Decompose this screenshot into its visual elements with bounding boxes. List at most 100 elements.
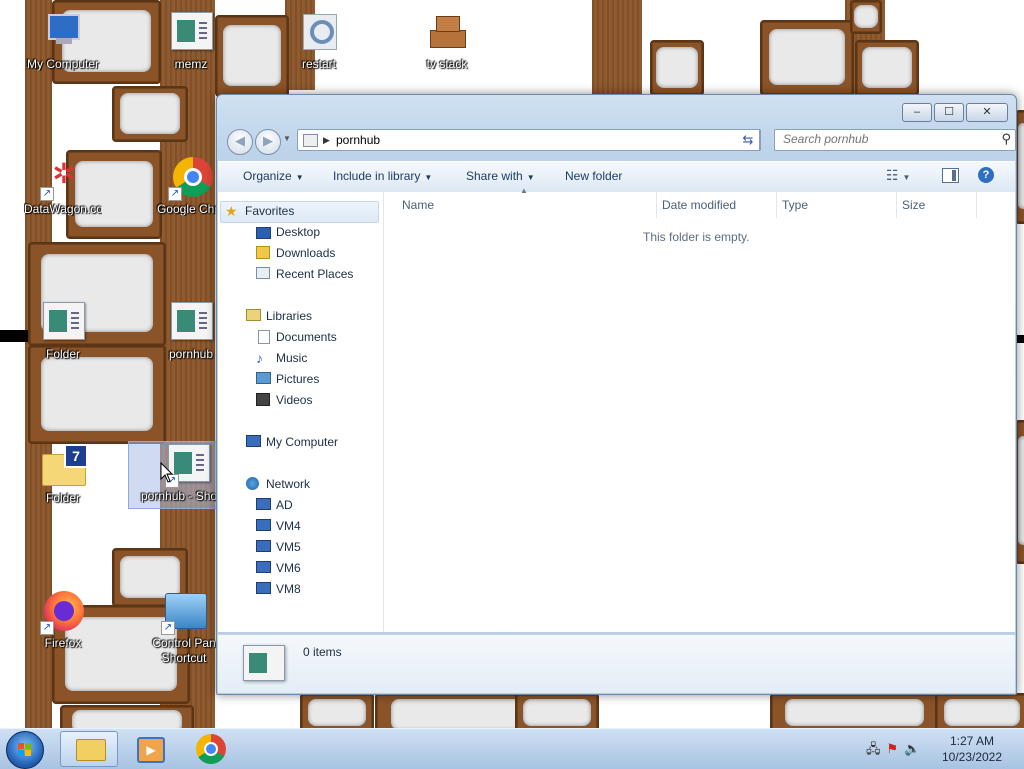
navigation-bar: ◀ ▶ ▼ ▶ pornhub ▼ ⇆ ⚲ <box>225 129 1016 155</box>
nav-network-vm8[interactable]: VM8 <box>256 582 301 596</box>
address-path[interactable]: pornhub <box>336 130 380 150</box>
desktop-icon-tv-stack[interactable]: tv stack <box>408 10 486 71</box>
nav-desktop[interactable]: Desktop <box>256 225 321 239</box>
file-list[interactable]: ▲ Name Date modified Type Size This fold… <box>384 186 1014 632</box>
clock-date: 10/23/2022 <box>941 750 1003 764</box>
datawagon-icon: ✲ ↗ <box>40 155 86 201</box>
nav-network[interactable]: Network <box>246 477 311 491</box>
firefox-icon: ↗ <box>40 589 86 635</box>
desktop-icon-label: memz <box>174 57 208 71</box>
nav-videos[interactable]: Videos <box>256 393 312 407</box>
nav-libraries[interactable]: Libraries <box>246 309 312 323</box>
clock[interactable]: 1:27 AM 10/23/2022 <box>930 733 1014 765</box>
nav-network-label: Network <box>266 477 311 491</box>
system-tray: 🖧⚑🔈 <box>866 740 926 762</box>
shortcut-arrow-icon: ↗ <box>161 621 175 635</box>
desktop-icon-control-panel[interactable]: ↗ Control Pan Shortcut <box>145 589 223 665</box>
window-controls: – ☐ ✕ <box>900 103 1008 122</box>
taskbar-explorer-button[interactable] <box>60 731 118 767</box>
help-icon[interactable]: ? <box>978 167 994 183</box>
nav-network-ad[interactable]: AD <box>256 498 293 512</box>
start-button[interactable] <box>6 731 44 769</box>
folder-small-icon <box>303 134 318 147</box>
new-folder-button[interactable]: New folder <box>565 169 622 183</box>
nav-network-vm5[interactable]: VM5 <box>256 540 301 554</box>
desktop-icon-label: tv stack <box>426 57 468 71</box>
desktop-icon-datawagon[interactable]: ✲ ↗ DataWagon.com <box>24 155 102 217</box>
recent-pages-chevron-icon[interactable]: ▼ <box>283 134 291 143</box>
taskbar-media-player-button[interactable]: ▶ <box>122 731 178 765</box>
desktop-icon-label: DataWagon.com <box>24 202 102 216</box>
column-header-name[interactable]: Name <box>402 192 434 218</box>
breadcrumb-arrow-icon[interactable]: ▶ <box>323 130 330 150</box>
nav-music[interactable]: ♪ Music <box>256 351 308 365</box>
preview-pane-icon[interactable] <box>942 168 959 183</box>
desktop-icon-label: pornhub - Sho <box>141 489 217 503</box>
column-header-date-modified[interactable]: Date modified <box>662 192 736 218</box>
nav-my-computer[interactable]: My Computer <box>246 435 338 449</box>
search-input[interactable] <box>775 130 993 148</box>
desktop-icon-memz[interactable]: memz <box>152 10 230 71</box>
computer-icon <box>40 10 86 56</box>
column-header-type[interactable]: Type <box>782 192 808 218</box>
column-divider[interactable] <box>976 192 977 218</box>
pictures-icon <box>256 372 271 384</box>
nav-network-vm6[interactable]: VM6 <box>256 561 301 575</box>
details-pane: 0 items <box>218 634 1015 693</box>
column-divider[interactable] <box>776 192 777 218</box>
change-view-button[interactable]: ☷ ▼ <box>886 167 910 184</box>
items-count: 0 items <box>303 645 342 659</box>
maximize-button[interactable]: ☐ <box>934 103 964 122</box>
refresh-button[interactable]: ⇆ <box>737 129 760 151</box>
search-icon[interactable]: ⚲ <box>1001 131 1011 147</box>
chrome-icon <box>196 734 226 764</box>
column-header-size[interactable]: Size <box>902 192 925 218</box>
nav-pictures[interactable]: Pictures <box>256 372 320 386</box>
desktop-icon-restart[interactable]: restart <box>280 10 358 71</box>
mouse-cursor-icon <box>160 462 174 483</box>
forward-button[interactable]: ▶ <box>255 129 281 155</box>
organize-button[interactable]: Organize ▼ <box>243 169 304 183</box>
nav-network-item-label: VM6 <box>276 561 301 575</box>
computer-icon <box>256 498 271 510</box>
computer-icon <box>256 582 271 594</box>
taskbar-chrome-button[interactable] <box>184 731 240 765</box>
nav-desktop-label: Desktop <box>276 225 321 239</box>
gear-icon <box>296 10 342 56</box>
computer-icon <box>256 561 271 573</box>
column-divider[interactable] <box>656 192 657 218</box>
back-button[interactable]: ◀ <box>227 129 253 155</box>
share-with-button[interactable]: Share with ▼ <box>466 169 535 183</box>
network-tray-icon[interactable]: 🖧 <box>866 741 887 756</box>
close-button[interactable]: ✕ <box>966 103 1008 122</box>
nav-favorites[interactable]: ★ Favorites <box>225 204 295 218</box>
chrome-icon: ↗ <box>168 155 214 201</box>
desktop-icon-my-computer[interactable]: My Computer <box>24 10 102 71</box>
nav-music-label: Music <box>276 351 308 365</box>
column-divider[interactable] <box>896 192 897 218</box>
videos-icon <box>256 393 270 406</box>
include-in-library-button[interactable]: Include in library ▼ <box>333 169 432 183</box>
nav-favorites-label: Favorites <box>245 204 295 218</box>
nav-documents-label: Documents <box>276 330 337 344</box>
recent-places-icon <box>256 267 270 279</box>
folder-icon <box>76 739 106 761</box>
nav-network-item-label: VM8 <box>276 582 301 596</box>
media-player-icon: ▶ <box>137 737 165 763</box>
desktop-icon-folder-2[interactable]: 7 Folder <box>24 444 102 505</box>
action-center-icon[interactable]: ⚑ <box>887 741 905 756</box>
search-box[interactable]: ⚲ <box>774 129 1016 151</box>
nav-recent-places[interactable]: Recent Places <box>256 267 353 281</box>
desktop-icon-folder[interactable]: Folder <box>24 300 102 361</box>
nav-network-vm4[interactable]: VM4 <box>256 519 301 533</box>
address-bar[interactable]: ▶ pornhub ▼ <box>297 129 761 151</box>
nav-documents[interactable]: Documents <box>258 330 337 344</box>
nav-downloads[interactable]: Downloads <box>256 246 335 260</box>
desktop-icon-firefox[interactable]: ↗ Firefox <box>24 589 102 650</box>
shortcut-arrow-icon: ↗ <box>40 187 54 201</box>
volume-icon[interactable]: 🔈 <box>904 741 926 756</box>
nav-pictures-label: Pictures <box>276 372 320 386</box>
music-icon: ♪ <box>256 350 263 366</box>
minimize-button[interactable]: – <box>902 103 932 122</box>
share-with-label: Share with <box>466 169 523 183</box>
